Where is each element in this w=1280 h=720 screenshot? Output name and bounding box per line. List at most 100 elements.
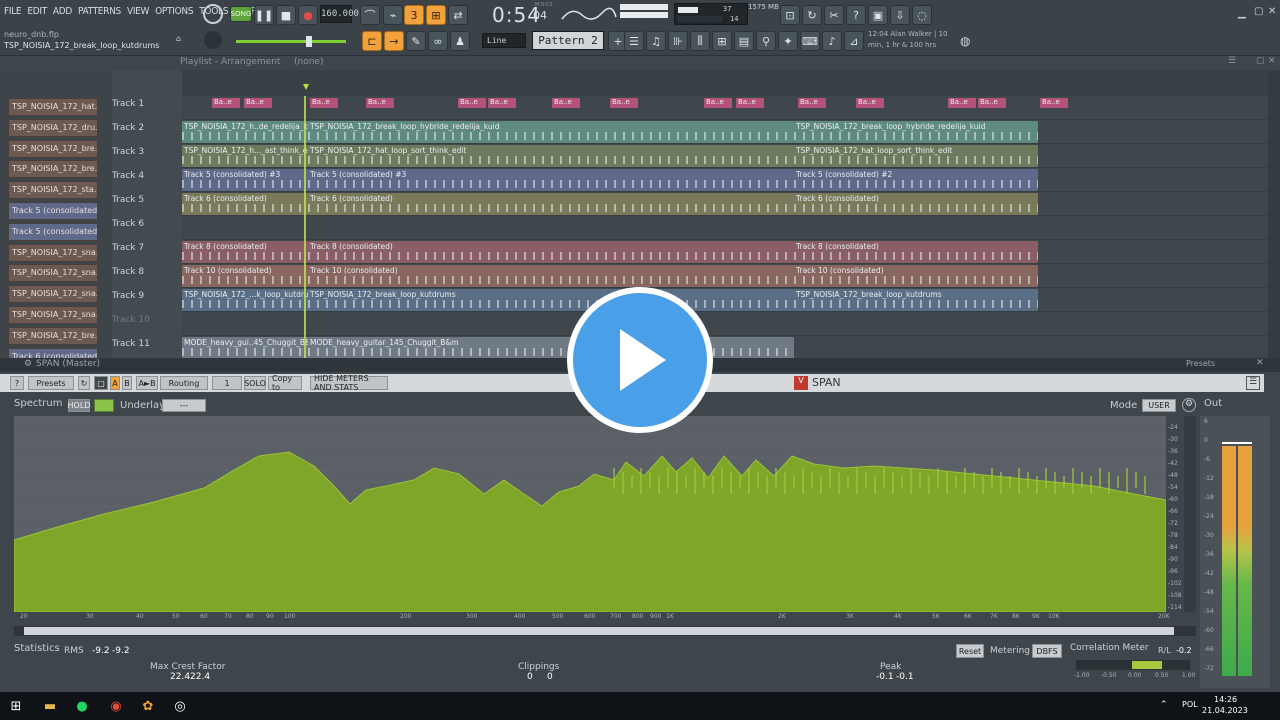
touch-keyboard-icon[interactable]: ⌨ bbox=[800, 31, 820, 51]
save-icon[interactable]: ▣ bbox=[868, 5, 888, 25]
freq-scrollbar[interactable] bbox=[14, 626, 1196, 636]
track-label[interactable]: Track 10 bbox=[112, 312, 172, 336]
chrome-icon[interactable]: ◉ bbox=[104, 695, 128, 717]
track-label[interactable]: Track 9 bbox=[112, 288, 172, 312]
menu-view[interactable]: VIEW bbox=[127, 6, 149, 17]
track-label[interactable]: Track 8 bbox=[112, 264, 172, 288]
pattern-clip[interactable]: Ba..e bbox=[978, 98, 1006, 108]
freq-scroll-thumb[interactable] bbox=[24, 627, 1174, 635]
tempo-display[interactable]: 160.000 bbox=[320, 5, 359, 23]
stamp-tool-button[interactable]: ♟ bbox=[450, 31, 470, 51]
pattern-clip[interactable]: Ba..e bbox=[704, 98, 732, 108]
pattern-selector[interactable]: Pattern 2 bbox=[532, 31, 604, 50]
pattern-picker-item[interactable]: Track 5 (consolidated) bbox=[8, 222, 98, 241]
pattern-clip[interactable]: Ba..e bbox=[458, 98, 486, 108]
pattern-picker-item[interactable]: TSP_NOISIA_172_bre.. bbox=[8, 326, 98, 345]
undo-history-icon[interactable]: ↻ bbox=[802, 5, 822, 25]
mixer-icon[interactable]: ⫼ bbox=[690, 31, 710, 51]
pattern-clip[interactable]: Ba..e bbox=[1040, 98, 1068, 108]
span-compare-icon[interactable]: ▢ bbox=[94, 376, 108, 390]
span-presets-button[interactable]: Presets bbox=[28, 376, 74, 390]
pattern-clip[interactable]: Ba..e bbox=[212, 98, 240, 108]
pattern-clip[interactable]: Ba..e bbox=[856, 98, 884, 108]
stop-button[interactable]: ■ bbox=[276, 5, 296, 25]
menu-file[interactable]: FILE bbox=[4, 6, 22, 17]
reset-button[interactable]: Reset bbox=[956, 644, 984, 658]
underlay-select[interactable]: --- bbox=[162, 399, 206, 412]
pattern-clip[interactable]: Ba..e bbox=[488, 98, 516, 108]
pattern-picker-item[interactable]: TSP_NOISIA_172_sna.. bbox=[8, 243, 98, 262]
db-scrollbar[interactable] bbox=[1184, 416, 1196, 612]
hold-button[interactable]: HOLD bbox=[68, 399, 90, 412]
comment-icon[interactable]: ◌ bbox=[912, 5, 932, 25]
playhead-marker[interactable] bbox=[303, 84, 309, 90]
span-hide-meters-button[interactable]: HIDE METERS AND STATS bbox=[310, 374, 388, 392]
pattern-clip[interactable]: Ba..e bbox=[948, 98, 976, 108]
online-news-icon[interactable]: ⊡ bbox=[780, 5, 800, 25]
span-solo-button[interactable]: SOLO bbox=[244, 376, 266, 390]
render-icon[interactable]: ⇩ bbox=[890, 5, 910, 25]
piano-roll-icon[interactable]: ♫ bbox=[646, 31, 666, 51]
track-label[interactable]: Track 7 bbox=[112, 240, 172, 264]
pattern-clip[interactable]: Ba..e bbox=[798, 98, 826, 108]
clock-time[interactable]: 14:26 bbox=[1214, 695, 1237, 704]
pattern-clip[interactable]: Ba..e bbox=[366, 98, 394, 108]
obs-icon[interactable]: ◎ bbox=[168, 695, 192, 717]
track-label[interactable]: Track 11 bbox=[112, 336, 172, 360]
channel-settings-icon[interactable]: ⊞ bbox=[712, 31, 732, 51]
language-indicator[interactable]: POL bbox=[1182, 700, 1198, 709]
close-window-icon[interactable]: ✕ bbox=[1268, 6, 1276, 17]
pattern-picker-item[interactable]: TSP_NOISIA_172_hat.. bbox=[8, 98, 98, 116]
pattern-picker-item[interactable]: TSP_NOISIA_172_dru.. bbox=[8, 118, 98, 137]
speaker-icon[interactable]: ⊿ bbox=[844, 31, 864, 51]
maximize-icon[interactable]: ▢ bbox=[1254, 6, 1263, 17]
track-label[interactable]: Track 1 bbox=[112, 96, 172, 120]
tray-arrow-icon[interactable]: ⌃ bbox=[1160, 700, 1168, 710]
pattern-picker-item[interactable]: TSP_NOISIA_172_sta.. bbox=[8, 181, 98, 200]
link-tool-button[interactable]: ∞ bbox=[428, 31, 448, 51]
step-edit-button[interactable]: ⊞ bbox=[426, 5, 446, 25]
track-label[interactable]: Track 5 bbox=[112, 192, 172, 216]
countdown-button[interactable]: 3 bbox=[404, 5, 424, 25]
span-window-gear-icon[interactable]: ⚙ bbox=[24, 359, 32, 369]
playlist-icon[interactable]: ☰ bbox=[624, 31, 644, 51]
loop-record-button[interactable]: ⇄ bbox=[448, 5, 468, 25]
span-slot-a[interactable]: A bbox=[110, 376, 120, 390]
plugin-icon[interactable]: ⚲ bbox=[756, 31, 776, 51]
playlist-maximize-icon[interactable]: ▢ bbox=[1256, 56, 1265, 66]
fl-studio-icon[interactable]: ✿ bbox=[136, 695, 160, 717]
mode-select[interactable]: USER bbox=[1142, 399, 1176, 412]
track-label[interactable]: Track 3 bbox=[112, 144, 172, 168]
menu-edit[interactable]: EDIT bbox=[27, 6, 47, 17]
menu-patterns[interactable]: PATTERNS bbox=[78, 6, 121, 17]
tuner-icon[interactable]: ✦ bbox=[778, 31, 798, 51]
arrangement-name[interactable]: (none) bbox=[294, 57, 323, 67]
span-help-button[interactable]: ? bbox=[10, 376, 24, 390]
span-close-icon[interactable]: ✕ bbox=[1256, 358, 1264, 368]
metronome-button[interactable]: ⌒ bbox=[360, 5, 380, 25]
pattern-picker-item[interactable]: TSP_NOISIA_172_bre.. bbox=[8, 160, 98, 179]
playlist-scrollbar[interactable] bbox=[1268, 70, 1280, 358]
track-lane[interactable] bbox=[182, 216, 1268, 240]
snap-select[interactable]: Line bbox=[482, 33, 526, 48]
hold-color-swatch[interactable] bbox=[94, 399, 114, 412]
arrow-tool-button[interactable]: → bbox=[384, 31, 404, 51]
pause-button[interactable]: ❚❚ bbox=[254, 5, 274, 25]
windows-start-icon[interactable]: ⊞ bbox=[4, 695, 28, 717]
track-label[interactable]: Track 2 bbox=[112, 120, 172, 144]
track-label[interactable]: Track 6 bbox=[112, 216, 172, 240]
master-pitch-knob[interactable] bbox=[204, 31, 222, 49]
playlist-menu-icon[interactable]: ☰ bbox=[1228, 56, 1236, 66]
record-button[interactable]: ● bbox=[298, 5, 318, 25]
cpu-dial-icon[interactable] bbox=[203, 4, 223, 24]
pattern-picker-item[interactable]: TSP_NOISIA_172_sna.. bbox=[8, 285, 98, 304]
menu-add[interactable]: ADD bbox=[53, 6, 72, 17]
span-ab-copy[interactable]: A►B bbox=[136, 376, 158, 390]
plugin-picker-icon[interactable]: ✂ bbox=[824, 5, 844, 25]
pattern-picker-item[interactable]: TSP_NOISIA_172_sna.. bbox=[8, 264, 98, 283]
pencil-tool-button[interactable]: ✎ bbox=[406, 31, 426, 51]
spectrum-graph[interactable] bbox=[14, 416, 1166, 612]
menu-options[interactable]: OPTIONS bbox=[155, 6, 193, 17]
span-routing-button[interactable]: Routing bbox=[160, 376, 208, 390]
master-volume-slider[interactable] bbox=[236, 40, 346, 43]
